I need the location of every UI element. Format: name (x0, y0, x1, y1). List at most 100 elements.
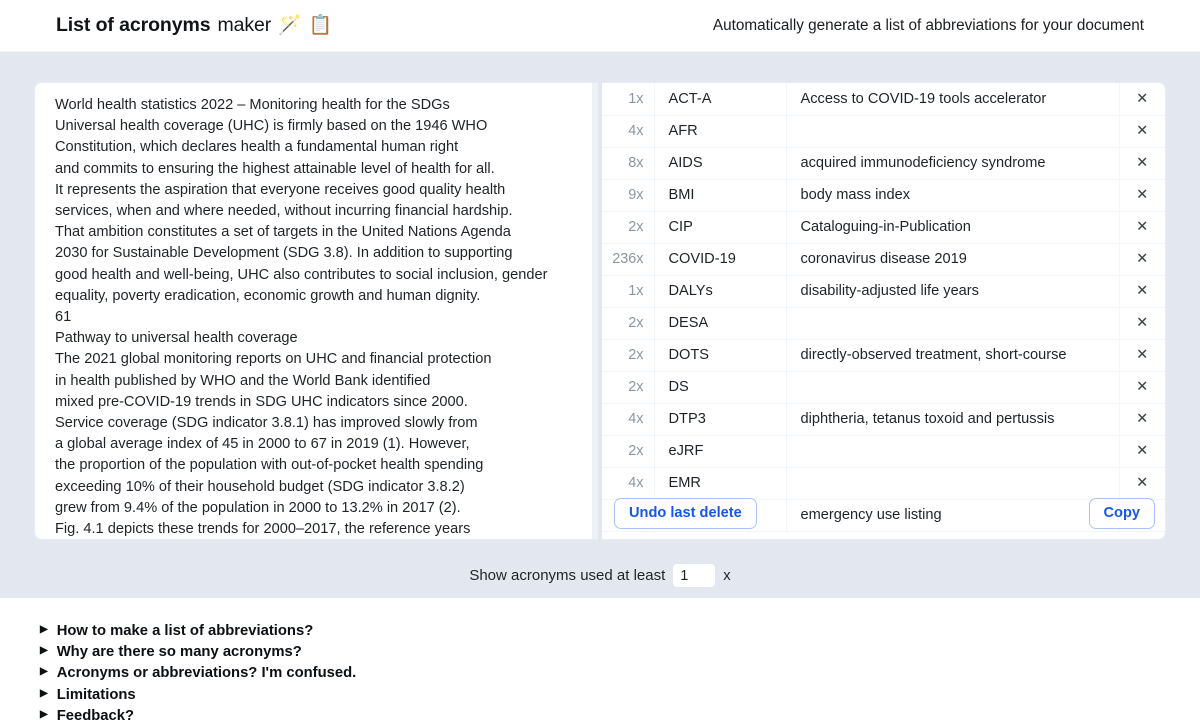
close-icon[interactable]: ✕ (1136, 444, 1148, 459)
acronym-definition[interactable]: diphtheria, tetanus toxoid and pertussis (785, 403, 1119, 436)
acronym-delete-cell[interactable]: ✕ (1118, 307, 1165, 340)
panels-container: 1x ACT-A Access to COVID-19 tools accele… (34, 82, 1166, 540)
document-scrollbar[interactable] (592, 83, 598, 539)
faq-item-limitations[interactable]: ▶ Limitations (40, 684, 1200, 705)
close-icon[interactable]: ✕ (1136, 92, 1148, 107)
acronym-count: 1x (602, 275, 654, 308)
close-icon[interactable]: ✕ (1136, 220, 1148, 235)
min-usage-filter: Show acronyms used at least x (34, 564, 1166, 587)
acronym-delete-cell[interactable]: ✕ (1118, 403, 1165, 436)
acronym-count: 2x (602, 339, 654, 372)
filter-unit-label: x (723, 567, 731, 584)
close-icon[interactable]: ✕ (1136, 156, 1148, 171)
copy-button[interactable]: Copy (1088, 498, 1155, 529)
faq-item-feedback[interactable]: ▶ Feedback? (40, 705, 1200, 726)
document-panel (34, 82, 598, 540)
clipboard-icon: 📋 (308, 15, 333, 36)
close-icon[interactable]: ✕ (1136, 380, 1148, 395)
acronym-definition[interactable] (785, 435, 1119, 468)
acronym-delete-cell[interactable]: ✕ (1118, 147, 1165, 180)
close-icon[interactable]: ✕ (1136, 284, 1148, 299)
close-icon[interactable]: ✕ (1136, 348, 1148, 363)
acronym-definition[interactable]: Access to COVID-19 tools accelerator (785, 83, 1119, 116)
acronym-delete-cell[interactable]: ✕ (1118, 339, 1165, 372)
acronym-delete-cell[interactable]: ✕ (1118, 435, 1165, 468)
close-icon[interactable]: ✕ (1136, 124, 1148, 139)
acronym-count: 2x (602, 435, 654, 468)
table-row: 2x eJRF ✕ (602, 435, 1165, 468)
acronym-count: 4x (602, 467, 654, 500)
acronym-abbr[interactable]: CIP (653, 211, 786, 244)
table-row: 4x EMR ✕ (602, 467, 1165, 500)
acronym-table: 1x ACT-A Access to COVID-19 tools accele… (602, 83, 1165, 532)
acronym-delete-cell[interactable]: ✕ (1118, 115, 1165, 148)
faq-item-how-to-make[interactable]: ▶ How to make a list of abbreviations? (40, 620, 1200, 641)
acronym-abbr[interactable]: COVID-19 (653, 243, 786, 276)
acronym-count: 4x (602, 115, 654, 148)
acronym-abbr[interactable]: EMR (653, 467, 786, 500)
acronym-count: 2x (602, 211, 654, 244)
brand-name-light: maker (217, 14, 272, 36)
table-row: 2x DS ✕ (602, 371, 1165, 404)
close-icon[interactable]: ✕ (1136, 316, 1148, 331)
acronym-count: 9x (602, 179, 654, 212)
magic-wand-icon: 🪄 (278, 15, 302, 36)
filter-label: Show acronyms used at least (469, 567, 666, 584)
acronym-abbr[interactable]: eJRF (653, 435, 786, 468)
acronym-count: 236x (602, 243, 654, 276)
acronym-definition[interactable] (785, 371, 1119, 404)
acronym-definition[interactable]: directly-observed treatment, short-cours… (785, 339, 1119, 372)
acronym-delete-cell[interactable]: ✕ (1118, 211, 1165, 244)
faq-item-why-so-many[interactable]: ▶ Why are there so many acronyms? (40, 641, 1200, 662)
table-row: 8x AIDS acquired immunodeficiency syndro… (602, 147, 1165, 180)
table-row: 1x ACT-A Access to COVID-19 tools accele… (602, 83, 1165, 116)
acronym-abbr[interactable]: ACT-A (653, 83, 786, 116)
close-icon[interactable]: ✕ (1136, 252, 1148, 267)
acronym-abbr[interactable]: DOTS (653, 339, 786, 372)
faq-item-label: Feedback? (56, 707, 135, 724)
acronym-delete-cell[interactable]: ✕ (1118, 371, 1165, 404)
acronym-definition[interactable] (785, 467, 1119, 500)
close-icon[interactable]: ✕ (1136, 412, 1148, 427)
faq-item-label: Acronyms or abbreviations? I'm confused. (56, 665, 357, 682)
close-icon[interactable]: ✕ (1136, 188, 1148, 203)
table-row: 2x CIP Cataloguing-in-Publication ✕ (602, 211, 1165, 244)
acronym-abbr[interactable]: DALYs (653, 275, 786, 308)
table-row: 2x DOTS directly-observed treatment, sho… (602, 339, 1165, 372)
document-textarea[interactable] (35, 83, 598, 539)
acronym-definition[interactable]: emergency use listing (785, 499, 1119, 532)
acronym-abbr[interactable]: DTP3 (653, 403, 786, 436)
acronym-definition[interactable]: acquired immunodeficiency syndrome (785, 147, 1119, 180)
acronym-delete-cell[interactable]: ✕ (1118, 179, 1165, 212)
chevron-right-icon: ▶ (40, 623, 48, 635)
chevron-right-icon: ▶ (40, 708, 48, 720)
faq-item-acronyms-or-abbreviations[interactable]: ▶ Acronyms or abbreviations? I'm confuse… (40, 663, 1200, 684)
acronym-count: 2x (602, 307, 654, 340)
faq-item-label: Why are there so many acronyms? (56, 643, 302, 660)
acronym-abbr[interactable]: BMI (653, 179, 786, 212)
acronym-definition[interactable] (785, 115, 1119, 148)
acronym-table-body: 1x ACT-A Access to COVID-19 tools accele… (602, 83, 1165, 532)
acronym-definition[interactable]: disability-adjusted life years (785, 275, 1119, 308)
acronym-definition[interactable] (785, 307, 1119, 340)
acronym-delete-cell[interactable]: ✕ (1118, 243, 1165, 276)
faq-section: ▶ How to make a list of abbreviations? ▶… (0, 598, 1200, 726)
acronym-delete-cell[interactable]: ✕ (1118, 467, 1165, 500)
undo-last-delete-button[interactable]: Undo last delete (614, 498, 757, 529)
acronym-abbr[interactable]: DESA (653, 307, 786, 340)
acronym-definition[interactable]: coronavirus disease 2019 (785, 243, 1119, 276)
faq-item-label: How to make a list of abbreviations? (56, 622, 314, 639)
acronym-abbr[interactable]: AFR (653, 115, 786, 148)
table-row: 236x COVID-19 coronavirus disease 2019 ✕ (602, 243, 1165, 276)
min-usage-input[interactable] (673, 564, 716, 587)
acronym-abbr[interactable]: DS (653, 371, 786, 404)
table-row: 4x DTP3 diphtheria, tetanus toxoid and p… (602, 403, 1165, 436)
chevron-right-icon: ▶ (40, 666, 48, 678)
acronym-delete-cell[interactable]: ✕ (1118, 275, 1165, 308)
app-tagline: Automatically generate a list of abbrevi… (712, 16, 1144, 34)
close-icon[interactable]: ✕ (1136, 476, 1148, 491)
acronym-abbr[interactable]: AIDS (653, 147, 786, 180)
acronym-definition[interactable]: body mass index (785, 179, 1119, 212)
acronym-definition[interactable]: Cataloguing-in-Publication (785, 211, 1119, 244)
acronym-delete-cell[interactable]: ✕ (1118, 83, 1165, 116)
